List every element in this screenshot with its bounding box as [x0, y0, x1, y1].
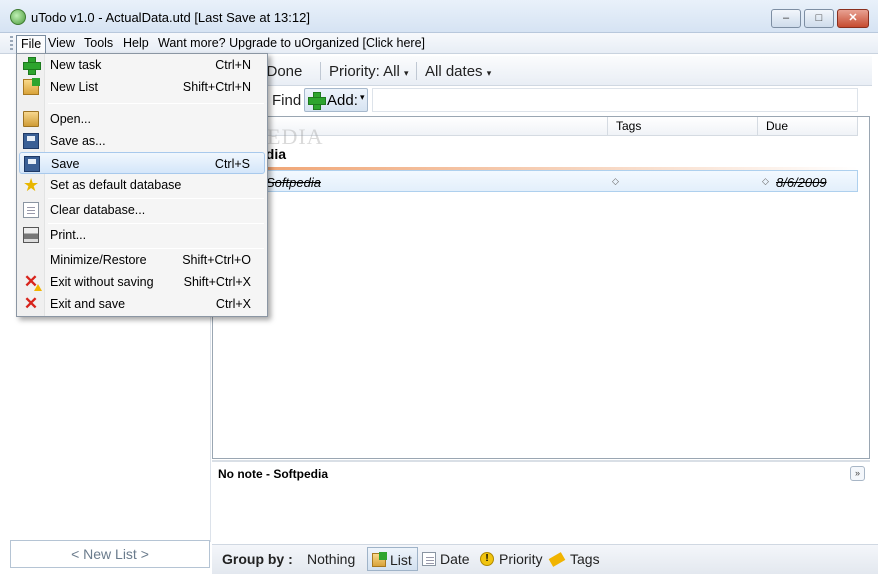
chevron-down-icon: ▾	[360, 92, 365, 102]
menu-item-clear-database[interactable]: Clear database...	[19, 199, 265, 221]
menu-tools[interactable]: Tools	[80, 35, 117, 53]
menu-item-label: Save as...	[50, 134, 106, 148]
folder-icon	[23, 111, 39, 127]
task-due-date: 8/6/2009	[776, 175, 827, 190]
tag-marker-icon: ◇	[612, 176, 619, 186]
minimize-button[interactable]: –	[771, 9, 801, 28]
menu-separator	[48, 103, 264, 104]
plus-icon	[308, 92, 326, 110]
disk-icon	[23, 133, 39, 149]
title-bar: uTodo v1.0 - ActualData.utd [Last Save a…	[0, 0, 878, 33]
exit-icon: ✕	[23, 294, 39, 313]
toolbar-separator	[320, 62, 321, 80]
menu-item-label: Minimize/Restore	[50, 253, 147, 267]
file-menu-dropdown: New task Ctrl+N New List Shift+Ctrl+N Op…	[16, 53, 268, 317]
menu-item-new-list[interactable]: New List Shift+Ctrl+N	[19, 76, 265, 98]
menu-item-label: Clear database...	[50, 203, 146, 217]
add-label: Add:	[327, 92, 358, 109]
menu-item-shortcut: Shift+Ctrl+O	[182, 253, 251, 267]
priority-filter[interactable]: Priority: All ▾	[329, 63, 409, 80]
menu-item-shortcut: Ctrl+N	[215, 58, 251, 72]
menu-item-shortcut: Ctrl+X	[215, 297, 251, 311]
printer-icon	[23, 227, 39, 243]
maximize-button[interactable]: □	[804, 9, 834, 28]
note-panel: No note - Softpedia »	[212, 460, 870, 542]
app-icon	[10, 9, 26, 25]
new-list-icon	[23, 78, 40, 95]
menu-item-label: Exit and save	[50, 297, 126, 311]
menu-item-print[interactable]: Print...	[19, 224, 265, 246]
menu-item-new-task[interactable]: New task Ctrl+N	[19, 54, 265, 76]
table-row[interactable]: Softpedia ◇ ◇ 8/6/2009	[213, 170, 858, 192]
group-by-label: Group by :	[222, 551, 293, 567]
menu-item-label: Print...	[50, 228, 87, 242]
column-header-tags[interactable]: Tags	[608, 117, 758, 136]
menu-item-label: New List	[50, 80, 98, 94]
list-icon	[372, 552, 387, 567]
calendar-icon	[422, 552, 436, 566]
menu-file[interactable]: File	[16, 35, 47, 53]
group-by-priority[interactable]: Priority	[499, 551, 543, 567]
menu-item-save-as[interactable]: Save as...	[19, 130, 265, 152]
task-name: Softpedia	[266, 175, 321, 190]
toolbar-separator	[416, 62, 417, 80]
due-marker-icon: ◇	[762, 176, 769, 186]
document-icon	[23, 202, 39, 218]
group-by-bar: Group by : Nothing List Date ! Priority …	[212, 544, 878, 574]
menu-item-shortcut: Shift+Ctrl+N	[182, 80, 251, 94]
menu-item-label: Exit without saving	[50, 275, 154, 289]
group-by-list-label: List	[390, 552, 412, 568]
note-title: No note - Softpedia	[218, 467, 328, 481]
menu-item-exit-without-saving[interactable]: ✕ Exit without saving Shift+Ctrl+X	[19, 271, 265, 293]
menu-item-label: Set as default database	[50, 178, 182, 192]
chevron-down-icon: ▾	[486, 68, 492, 78]
menu-item-shortcut: Shift+Ctrl+X	[183, 275, 251, 289]
menu-item-save[interactable]: Save Ctrl+S	[19, 152, 265, 174]
plus-icon	[23, 57, 41, 75]
window-title: uTodo v1.0 - ActualData.utd [Last Save a…	[31, 10, 310, 25]
exit-warning-icon: ✕	[23, 272, 42, 291]
disk-icon	[24, 156, 40, 172]
menu-item-open[interactable]: Open...	[19, 108, 265, 130]
menu-item-label: Open...	[50, 112, 91, 126]
group-by-list[interactable]: List	[367, 547, 418, 571]
tag-icon	[548, 552, 566, 567]
menu-help[interactable]: Help	[119, 35, 153, 53]
menu-item-exit-and-save[interactable]: ✕ Exit and save Ctrl+X	[19, 293, 265, 315]
menu-item-shortcut: Ctrl+S	[214, 157, 250, 171]
star-icon: ★	[23, 175, 40, 195]
action-toolbar: Find Add: ▾	[212, 87, 872, 115]
menu-bar: File View Tools Help Want more? Upgrade …	[0, 33, 878, 54]
menu-item-label: New task	[50, 58, 102, 72]
task-list: Tags Due edia Softpedia ◇ ◇ 8/6/2009	[212, 116, 870, 459]
new-list-button[interactable]: < New List >	[10, 540, 210, 568]
menu-view[interactable]: View	[44, 35, 79, 53]
chevron-down-icon: ▾	[404, 68, 409, 78]
group-by-nothing[interactable]: Nothing	[307, 551, 355, 567]
menu-item-set-default-database[interactable]: ★ Set as default database	[19, 174, 265, 196]
menu-item-minimize-restore[interactable]: Minimize/Restore Shift+Ctrl+O	[19, 249, 265, 271]
priority-icon: !	[480, 552, 494, 566]
grip-handle	[10, 36, 13, 51]
group-by-date[interactable]: Date	[440, 551, 470, 567]
add-button[interactable]: Add: ▾	[304, 88, 368, 112]
group-by-tags[interactable]: Tags	[570, 551, 600, 567]
column-header-due[interactable]: Due	[758, 117, 858, 136]
search-input[interactable]	[372, 88, 858, 112]
expand-note-icon[interactable]: »	[850, 466, 865, 481]
find-button[interactable]: Find	[272, 92, 301, 109]
close-button[interactable]: ✕	[837, 9, 869, 28]
date-filter[interactable]: All dates ▾	[425, 63, 491, 80]
menu-item-label: Save	[51, 157, 80, 171]
filter-toolbar: e Done Priority: All ▾ All dates ▾	[212, 56, 872, 86]
menu-upgrade-link[interactable]: Want more? Upgrade to uOrganized [Click …	[154, 35, 429, 53]
